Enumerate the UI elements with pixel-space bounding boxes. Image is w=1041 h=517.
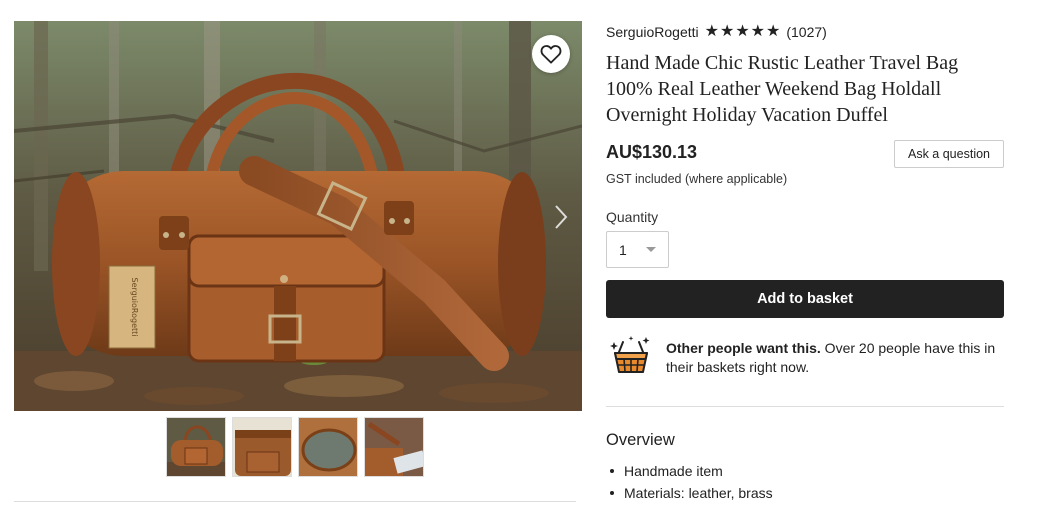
chevron-right-icon [555, 205, 568, 229]
listing-price: AU$130.13 [606, 142, 698, 162]
thumbnail-2[interactable] [232, 417, 292, 477]
favorite-button[interactable] [532, 35, 570, 73]
basket-sparkle-icon [610, 336, 650, 373]
list-item: Handmade item [606, 460, 773, 482]
demand-bold-text: Other people want this. [666, 340, 821, 356]
thumbnail-4[interactable] [364, 417, 424, 477]
tax-note: GST included (where applicable) [606, 172, 788, 186]
shop-name-link[interactable]: SerguioRogetti [606, 24, 699, 40]
heart-outline-icon [540, 45, 562, 64]
star-icon: ★ [735, 23, 750, 40]
rating-stars[interactable]: ★ ★ ★ ★ ★ [705, 24, 781, 40]
thumbnail-1[interactable] [166, 417, 226, 477]
demand-message: Other people want this. Over 20 people h… [666, 339, 1006, 377]
main-product-image[interactable]: SerguioRogetti [14, 21, 582, 411]
add-to-basket-button[interactable]: Add to basket [606, 280, 1004, 318]
caret-down-icon [646, 247, 656, 252]
review-count[interactable]: (1027) [786, 24, 826, 40]
list-item: Materials: leather, brass [606, 482, 773, 504]
overview-list: Handmade item Materials: leather, brass [606, 460, 773, 504]
shop-rating-line: SerguioRogetti ★ ★ ★ ★ ★ (1027) [606, 22, 827, 42]
listing-title: Hand Made Chic Rustic Leather Travel Bag… [606, 52, 959, 126]
bullet-icon [610, 491, 614, 495]
star-icon: ★ [750, 23, 765, 40]
quantity-value: 1 [619, 241, 627, 258]
bullet-icon [610, 469, 614, 473]
star-icon: ★ [766, 23, 781, 40]
next-image-button[interactable] [548, 195, 574, 239]
thumbnail-3[interactable] [298, 417, 358, 477]
quantity-select[interactable]: 1 [606, 231, 669, 268]
overview-item-text: Handmade item [624, 463, 723, 479]
overview-item-text: Materials: leather, brass [624, 485, 773, 501]
thumbnail-strip [166, 417, 424, 477]
star-icon: ★ [704, 23, 719, 40]
quantity-label: Quantity [606, 209, 659, 225]
brand-tag-text: SerguioRogetti [130, 277, 139, 336]
gallery-divider [14, 501, 576, 502]
star-icon: ★ [719, 23, 735, 40]
overview-title[interactable]: Overview [606, 431, 675, 450]
info-divider [606, 406, 1004, 407]
ask-question-button[interactable]: Ask a question [894, 140, 1004, 168]
